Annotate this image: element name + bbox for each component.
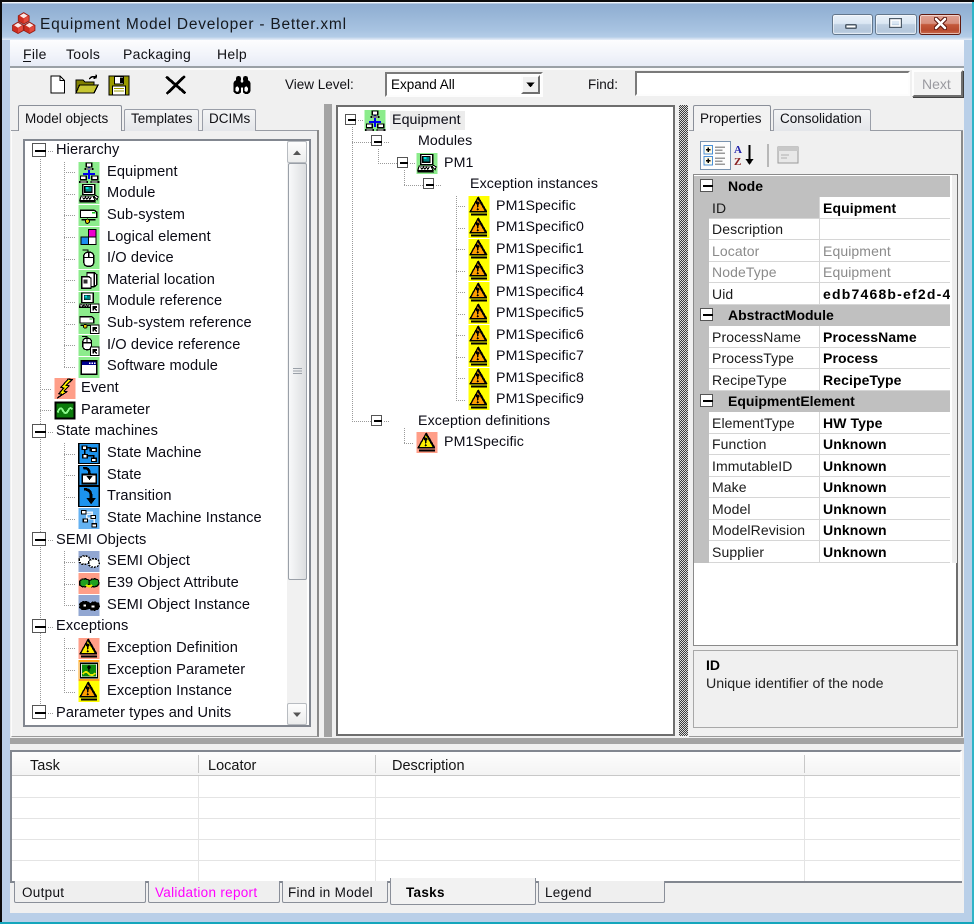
svg-text:A: A [734,144,742,156]
svg-text:Z: Z [734,156,741,167]
